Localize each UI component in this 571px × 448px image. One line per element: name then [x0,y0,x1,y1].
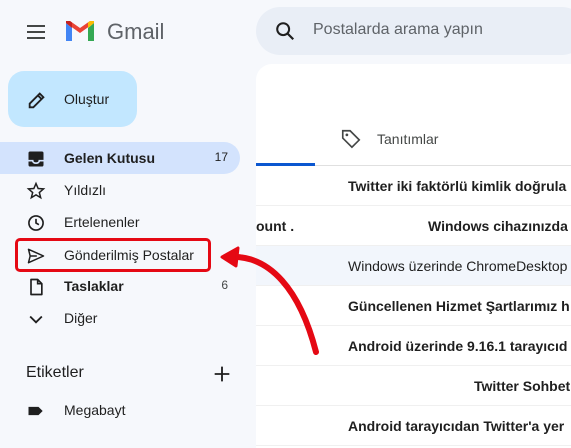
email-subject: Android üzerinde 9.16.1 tarayıcıd [348,338,568,354]
chevron-down-icon [26,309,46,329]
tab-promotions[interactable]: Tanıtımlar [377,131,438,147]
email-sender: ount . [256,218,295,234]
sidebar-item-snoozed[interactable]: Ertelenenler [0,206,240,238]
email-subject: Twitter iki faktörlü kimlik doğrula [348,178,567,194]
email-row[interactable]: Android üzerinde 9.16.1 tarayıcıd [256,326,571,366]
email-subject: Twitter Sohbet [474,378,571,394]
email-row[interactable]: Android tarayıcıdan Twitter'a yer [256,406,571,446]
plus-icon[interactable] [211,363,233,385]
brand-name: Gmail [107,19,165,44]
sidebar-item-label: Diğer [64,310,98,326]
highlight-box [15,238,211,272]
email-subject: Windows üzerinde ChromeDesktop [348,258,568,274]
sidebar-item-label: Yıldızlı [64,182,107,198]
search-input[interactable]: Postalarda arama yapın [313,21,483,39]
label-icon [26,401,46,421]
email-row[interactable]: ount . Windows cihazınızda [256,206,571,246]
inbox-icon [26,149,46,169]
sidebar-item-label: Megabayt [64,402,126,418]
email-row[interactable]: Windows üzerinde ChromeDesktop [256,246,571,286]
star-icon [26,181,46,201]
sidebar-item-label: Gelen Kutusu [64,150,156,166]
sidebar-label-megabayt[interactable]: Megabayt [0,394,240,426]
unread-count: 17 [214,150,228,164]
email-row[interactable]: Twitter iki faktörlü kimlik doğrula [256,166,571,206]
email-subject: Android tarayıcıdan Twitter'a yer [348,418,565,434]
labels-heading: Etiketler [26,364,84,381]
draft-icon [26,277,46,297]
email-row[interactable]: Twitter Sohbet [256,366,571,406]
draft-count: 6 [221,278,228,292]
email-row[interactable]: Güncellenen Hizmet Şartlarımız h [256,286,571,326]
gmail-logo-icon[interactable] [64,17,96,45]
sidebar-item-inbox[interactable]: Gelen Kutusu 17 [0,142,240,174]
email-subject: Windows cihazınızda [428,218,568,234]
clock-icon [26,213,46,233]
sidebar-item-label: Ertelenenler [64,214,140,230]
search-icon[interactable] [274,20,296,42]
tag-icon[interactable] [340,128,362,150]
pencil-icon[interactable] [26,89,48,111]
hamburger-menu-icon[interactable] [24,20,48,44]
sidebar-item-label: Taslaklar [64,278,124,294]
sidebar-item-starred[interactable]: Yıldızlı [0,174,240,206]
sidebar-item-more[interactable]: Diğer [0,302,240,334]
compose-label[interactable]: Oluştur [64,91,109,107]
email-subject: Güncellenen Hizmet Şartlarımız h [348,298,570,314]
sidebar-item-drafts[interactable]: Taslaklar 6 [0,270,240,302]
